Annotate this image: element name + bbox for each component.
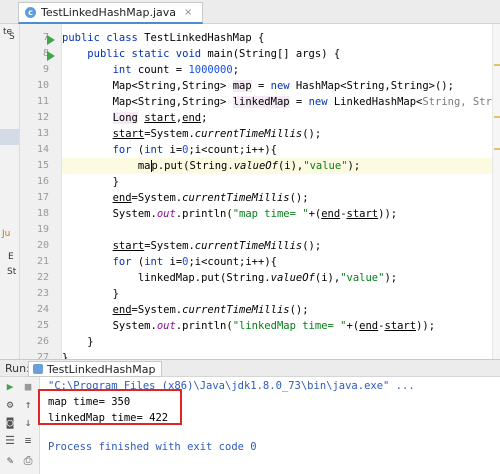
code-line: System.out.println("linkedMap time= "+(e… bbox=[62, 320, 436, 332]
line-number: 20 bbox=[36, 240, 49, 251]
output-highlight-box bbox=[38, 389, 182, 425]
scroll-down-icon[interactable]: ↓ bbox=[22, 417, 34, 429]
line-number: 8 bbox=[42, 48, 49, 59]
java-class-icon: c bbox=[25, 7, 36, 18]
settings-icon[interactable]: ☰ bbox=[4, 435, 16, 447]
run-config-tab[interactable]: TestLinkedHashMap bbox=[28, 361, 163, 377]
line-number: 13 bbox=[36, 128, 49, 139]
code-editor[interactable]: public class TestLinkedHashMap { public … bbox=[62, 24, 492, 359]
console-finish-message: Process finished with exit code 0 bbox=[48, 441, 257, 453]
line-number: 23 bbox=[36, 288, 49, 299]
line-number: 14 bbox=[36, 144, 49, 155]
camera-icon[interactable]: ◙ bbox=[4, 417, 16, 429]
run-gutter-icon[interactable] bbox=[47, 51, 55, 61]
code-line: public class TestLinkedHashMap { bbox=[62, 32, 265, 44]
project-panel-edge: te Ju E St S bbox=[0, 24, 20, 359]
line-number: 10 bbox=[36, 80, 49, 91]
run-toolbar: ▶ ⚙ ◙ ☰ ✎ ■ ↑ ↓ ≡ ⎙ bbox=[0, 377, 40, 474]
warning-marker[interactable] bbox=[494, 148, 500, 150]
code-line: public static void main(String[] args) { bbox=[87, 48, 341, 60]
code-line: linkedMap.put(String.valueOf(i),"value")… bbox=[62, 272, 398, 284]
line-number: 25 bbox=[36, 320, 49, 331]
line-number: 24 bbox=[36, 304, 49, 315]
selected-tree-row[interactable] bbox=[0, 129, 19, 145]
code-line: } bbox=[62, 352, 69, 359]
code-line: start=System.currentTimeMillis(); bbox=[112, 240, 322, 252]
print-icon[interactable]: ⎙ bbox=[22, 455, 34, 467]
code-line: for (int i=0;i<count;i++){ bbox=[112, 256, 277, 268]
run-config-icon bbox=[33, 364, 43, 374]
run-tool-window-header: Run: TestLinkedHashMap bbox=[0, 359, 500, 377]
scroll-up-icon[interactable]: ↑ bbox=[22, 399, 34, 411]
stop-icon[interactable]: ■ bbox=[22, 381, 34, 393]
code-line: end=System.currentTimeMillis(); bbox=[112, 192, 309, 204]
soft-wrap-icon[interactable]: ≡ bbox=[22, 435, 34, 447]
code-line: Map<String,String> linkedMap = new Linke… bbox=[62, 96, 492, 108]
line-number: 26 bbox=[36, 336, 49, 347]
rerun-icon[interactable]: ▶ bbox=[4, 381, 16, 393]
run-tab-label: TestLinkedHashMap bbox=[47, 362, 156, 376]
editor-gutter: 7891011121314151617181920212223242526272… bbox=[20, 24, 62, 395]
warning-marker[interactable] bbox=[494, 64, 500, 66]
code-line: System.out.println("map time= "+(end-sta… bbox=[62, 208, 398, 220]
line-number: 11 bbox=[36, 96, 49, 107]
code-line: Map<String,String> map = new HashMap<Str… bbox=[62, 80, 454, 92]
line-number: 7 bbox=[42, 32, 49, 43]
editor-scrollbar[interactable] bbox=[492, 24, 500, 359]
code-line: } bbox=[62, 176, 119, 188]
line-number: 22 bbox=[36, 272, 49, 283]
line-number: 16 bbox=[36, 176, 49, 187]
tab-testlinkedhashmap-java[interactable]: c TestLinkedHashMap.java × bbox=[18, 2, 204, 24]
wrench-icon[interactable]: ⚙ bbox=[4, 399, 16, 411]
line-number: 12 bbox=[36, 112, 49, 123]
line-number: 15 bbox=[36, 160, 49, 171]
line-number: 18 bbox=[36, 208, 49, 219]
tab-label: TestLinkedHashMap.java bbox=[41, 6, 177, 19]
panel-fragment: S bbox=[9, 32, 15, 42]
code-line: start=System.currentTimeMillis(); bbox=[112, 128, 322, 140]
close-icon[interactable]: × bbox=[184, 7, 192, 18]
code-line: end=System.currentTimeMillis(); bbox=[112, 304, 309, 316]
code-line: } bbox=[62, 288, 119, 300]
code-line-current: map.put(String.valueOf(i),"value"); bbox=[62, 158, 492, 174]
panel-fragment: E bbox=[8, 252, 14, 262]
line-number: 21 bbox=[36, 256, 49, 267]
pin-icon[interactable]: ✎ bbox=[4, 455, 16, 467]
run-gutter-icon[interactable] bbox=[47, 35, 55, 45]
panel-fragment: Ju bbox=[2, 229, 11, 239]
warning-marker[interactable] bbox=[494, 116, 500, 118]
line-number: 19 bbox=[36, 224, 49, 235]
panel-fragment: St bbox=[7, 267, 17, 277]
code-line: int count = 1000000; bbox=[112, 64, 240, 76]
run-label: Run: bbox=[5, 362, 30, 375]
code-line: for (int i=0;i<count;i++){ bbox=[112, 144, 277, 156]
code-line: } bbox=[62, 336, 94, 348]
editor-tab-bar: c TestLinkedHashMap.java × bbox=[0, 0, 500, 24]
line-number: 9 bbox=[42, 64, 49, 75]
code-line: Long start,end; bbox=[112, 112, 208, 124]
line-number: 17 bbox=[36, 192, 49, 203]
